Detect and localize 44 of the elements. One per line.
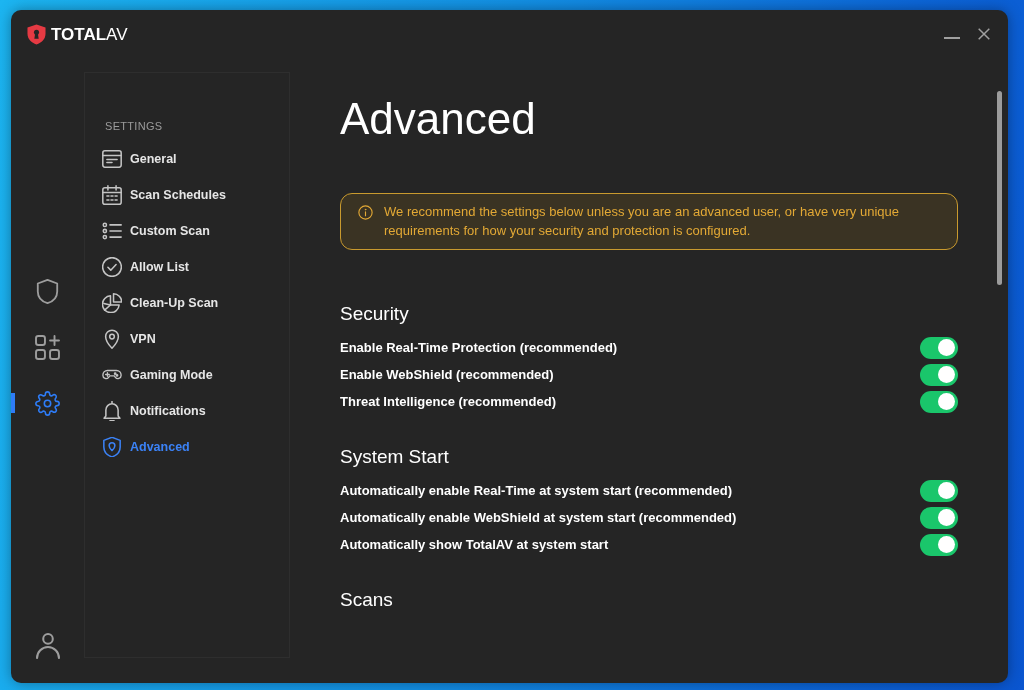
settings-menu-item[interactable]: Gaming Mode (85, 357, 275, 393)
settings-icon[interactable] (35, 390, 60, 416)
toggle-switch[interactable] (920, 390, 958, 413)
pie-chart-icon (102, 293, 122, 313)
menu-heading: SETTINGS (104, 119, 163, 133)
setting-label: Automatically enable Real-Time at system start (recommended) (340, 483, 733, 498)
notice-text: We recommend the settings below unless you are an advanced user, or have very unique requirements for how your security and protection is configured. (384, 203, 900, 240)
close-icon[interactable] (978, 28, 990, 40)
settings-menu-item[interactable]: Allow List (85, 249, 275, 285)
setting-label: Enable Real-Time Protection (recommended) (340, 340, 618, 355)
shield-icon[interactable] (35, 278, 60, 304)
settings-menu-item[interactable]: Clean-Up Scan (85, 285, 275, 321)
info-icon (358, 205, 373, 220)
settings-menu-item[interactable]: Custom Scan (85, 213, 275, 249)
user-icon[interactable] (35, 633, 60, 659)
section-heading: System Start (340, 445, 450, 469)
bell-icon (102, 401, 122, 421)
location-pin-icon (102, 329, 122, 349)
settings-menu-item[interactable]: General (85, 141, 275, 177)
setting-label: Threat Intelligence (recommended) (340, 394, 556, 409)
apps-grid-icon[interactable] (35, 334, 60, 360)
setting-label: Enable WebShield (recommended) (340, 367, 554, 382)
toggle-switch[interactable] (920, 479, 958, 502)
shield-pin-icon (102, 437, 122, 457)
section-heading: Scans (340, 588, 394, 612)
scrollbar-thumb[interactable] (997, 91, 1002, 285)
shield-logo-icon (27, 24, 46, 45)
setting-label: Automatically enable WebShield at system start (recommended) (340, 510, 737, 525)
page-title: Advanced (340, 93, 537, 145)
toggle-switch[interactable] (920, 533, 958, 556)
toggle-switch[interactable] (920, 363, 958, 386)
settings-menu-item[interactable]: Notifications (85, 393, 275, 429)
section-heading: Security (340, 302, 410, 326)
settings-menu-item[interactable]: VPN (85, 321, 275, 357)
settings-menu-item[interactable]: Scan Schedules (85, 177, 275, 213)
settings-menu-item[interactable]: Advanced (85, 429, 275, 465)
toggle-switch[interactable] (920, 506, 958, 529)
brand-name: TOTALAV (51, 24, 128, 45)
toggle-switch[interactable] (920, 336, 958, 359)
setting-label: Automatically show TotalAV at system start (340, 537, 609, 552)
window-icon (102, 149, 122, 169)
active-indicator (11, 393, 15, 413)
list-icon (102, 221, 122, 241)
calendar-icon (102, 185, 122, 205)
